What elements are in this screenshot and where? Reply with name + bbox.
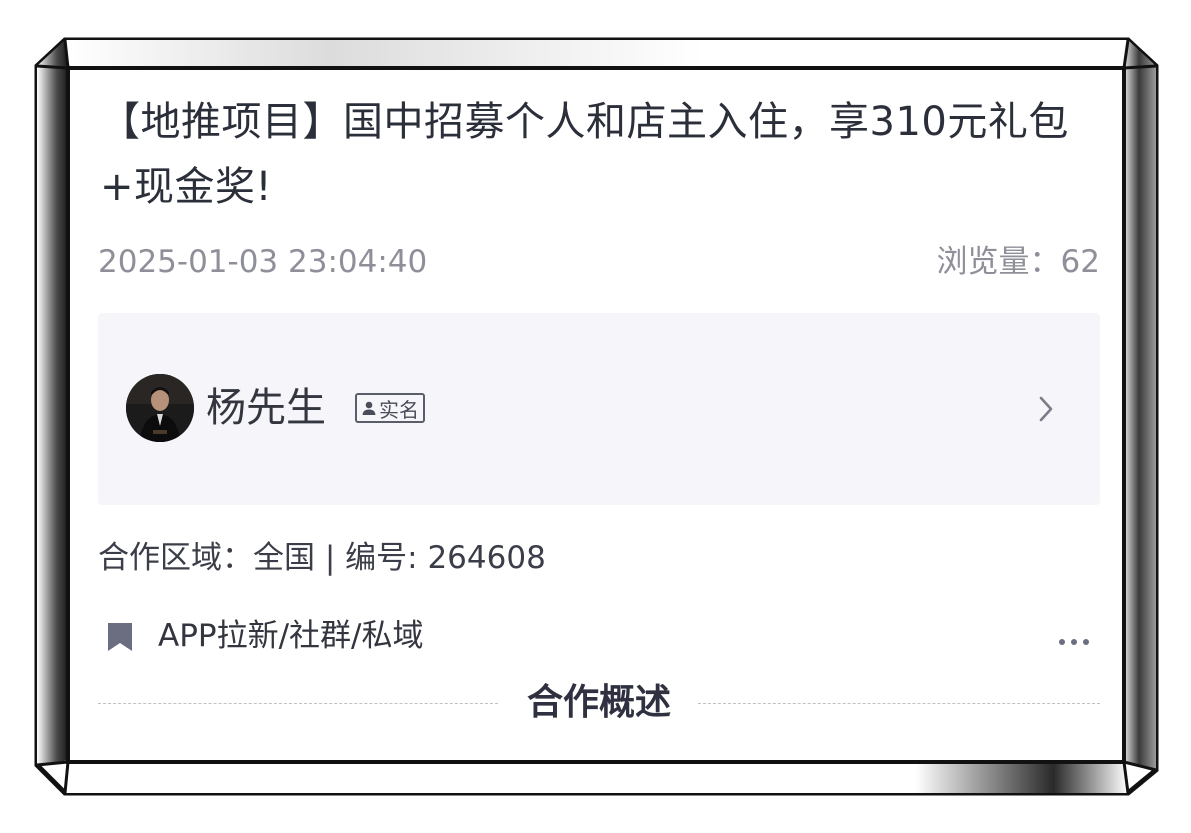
post-title: 【地推项目】国中招募个人和店主入住，享310元礼包+现金奖! xyxy=(100,99,1069,210)
more-dots-icon[interactable] xyxy=(1058,631,1090,650)
post-card: 【地推项目】国中招募个人和店主入住，享310元礼包+现金奖! 2025-01-0… xyxy=(70,70,1122,760)
bookmark-icon xyxy=(106,621,134,657)
category-tag: APP拉新/社群/私域 xyxy=(158,618,424,654)
section-title: 合作概述 xyxy=(526,682,671,723)
view-count: 浏览量：62 xyxy=(936,244,1100,280)
person-icon xyxy=(361,400,377,416)
category-tag-row: APP拉新/社群/私域 xyxy=(106,615,1096,659)
verified-badge: 实名 xyxy=(355,393,425,423)
publisher-card[interactable]: 杨先生 实名 xyxy=(98,313,1100,505)
avatar[interactable] xyxy=(126,374,194,442)
publisher-name[interactable]: 杨先生 xyxy=(206,383,326,433)
publish-timestamp: 2025-01-03 23:04:40 xyxy=(98,244,428,280)
post-meta: 2025-01-03 23:04:40 浏览量：62 xyxy=(98,242,1100,282)
verified-label: 实名 xyxy=(379,397,419,422)
section-divider: 合作概述 xyxy=(98,680,1100,730)
chevron-right-icon[interactable] xyxy=(1036,394,1056,428)
cooperation-info: 合作区域：全国 | 编号: 264608 xyxy=(98,540,546,576)
